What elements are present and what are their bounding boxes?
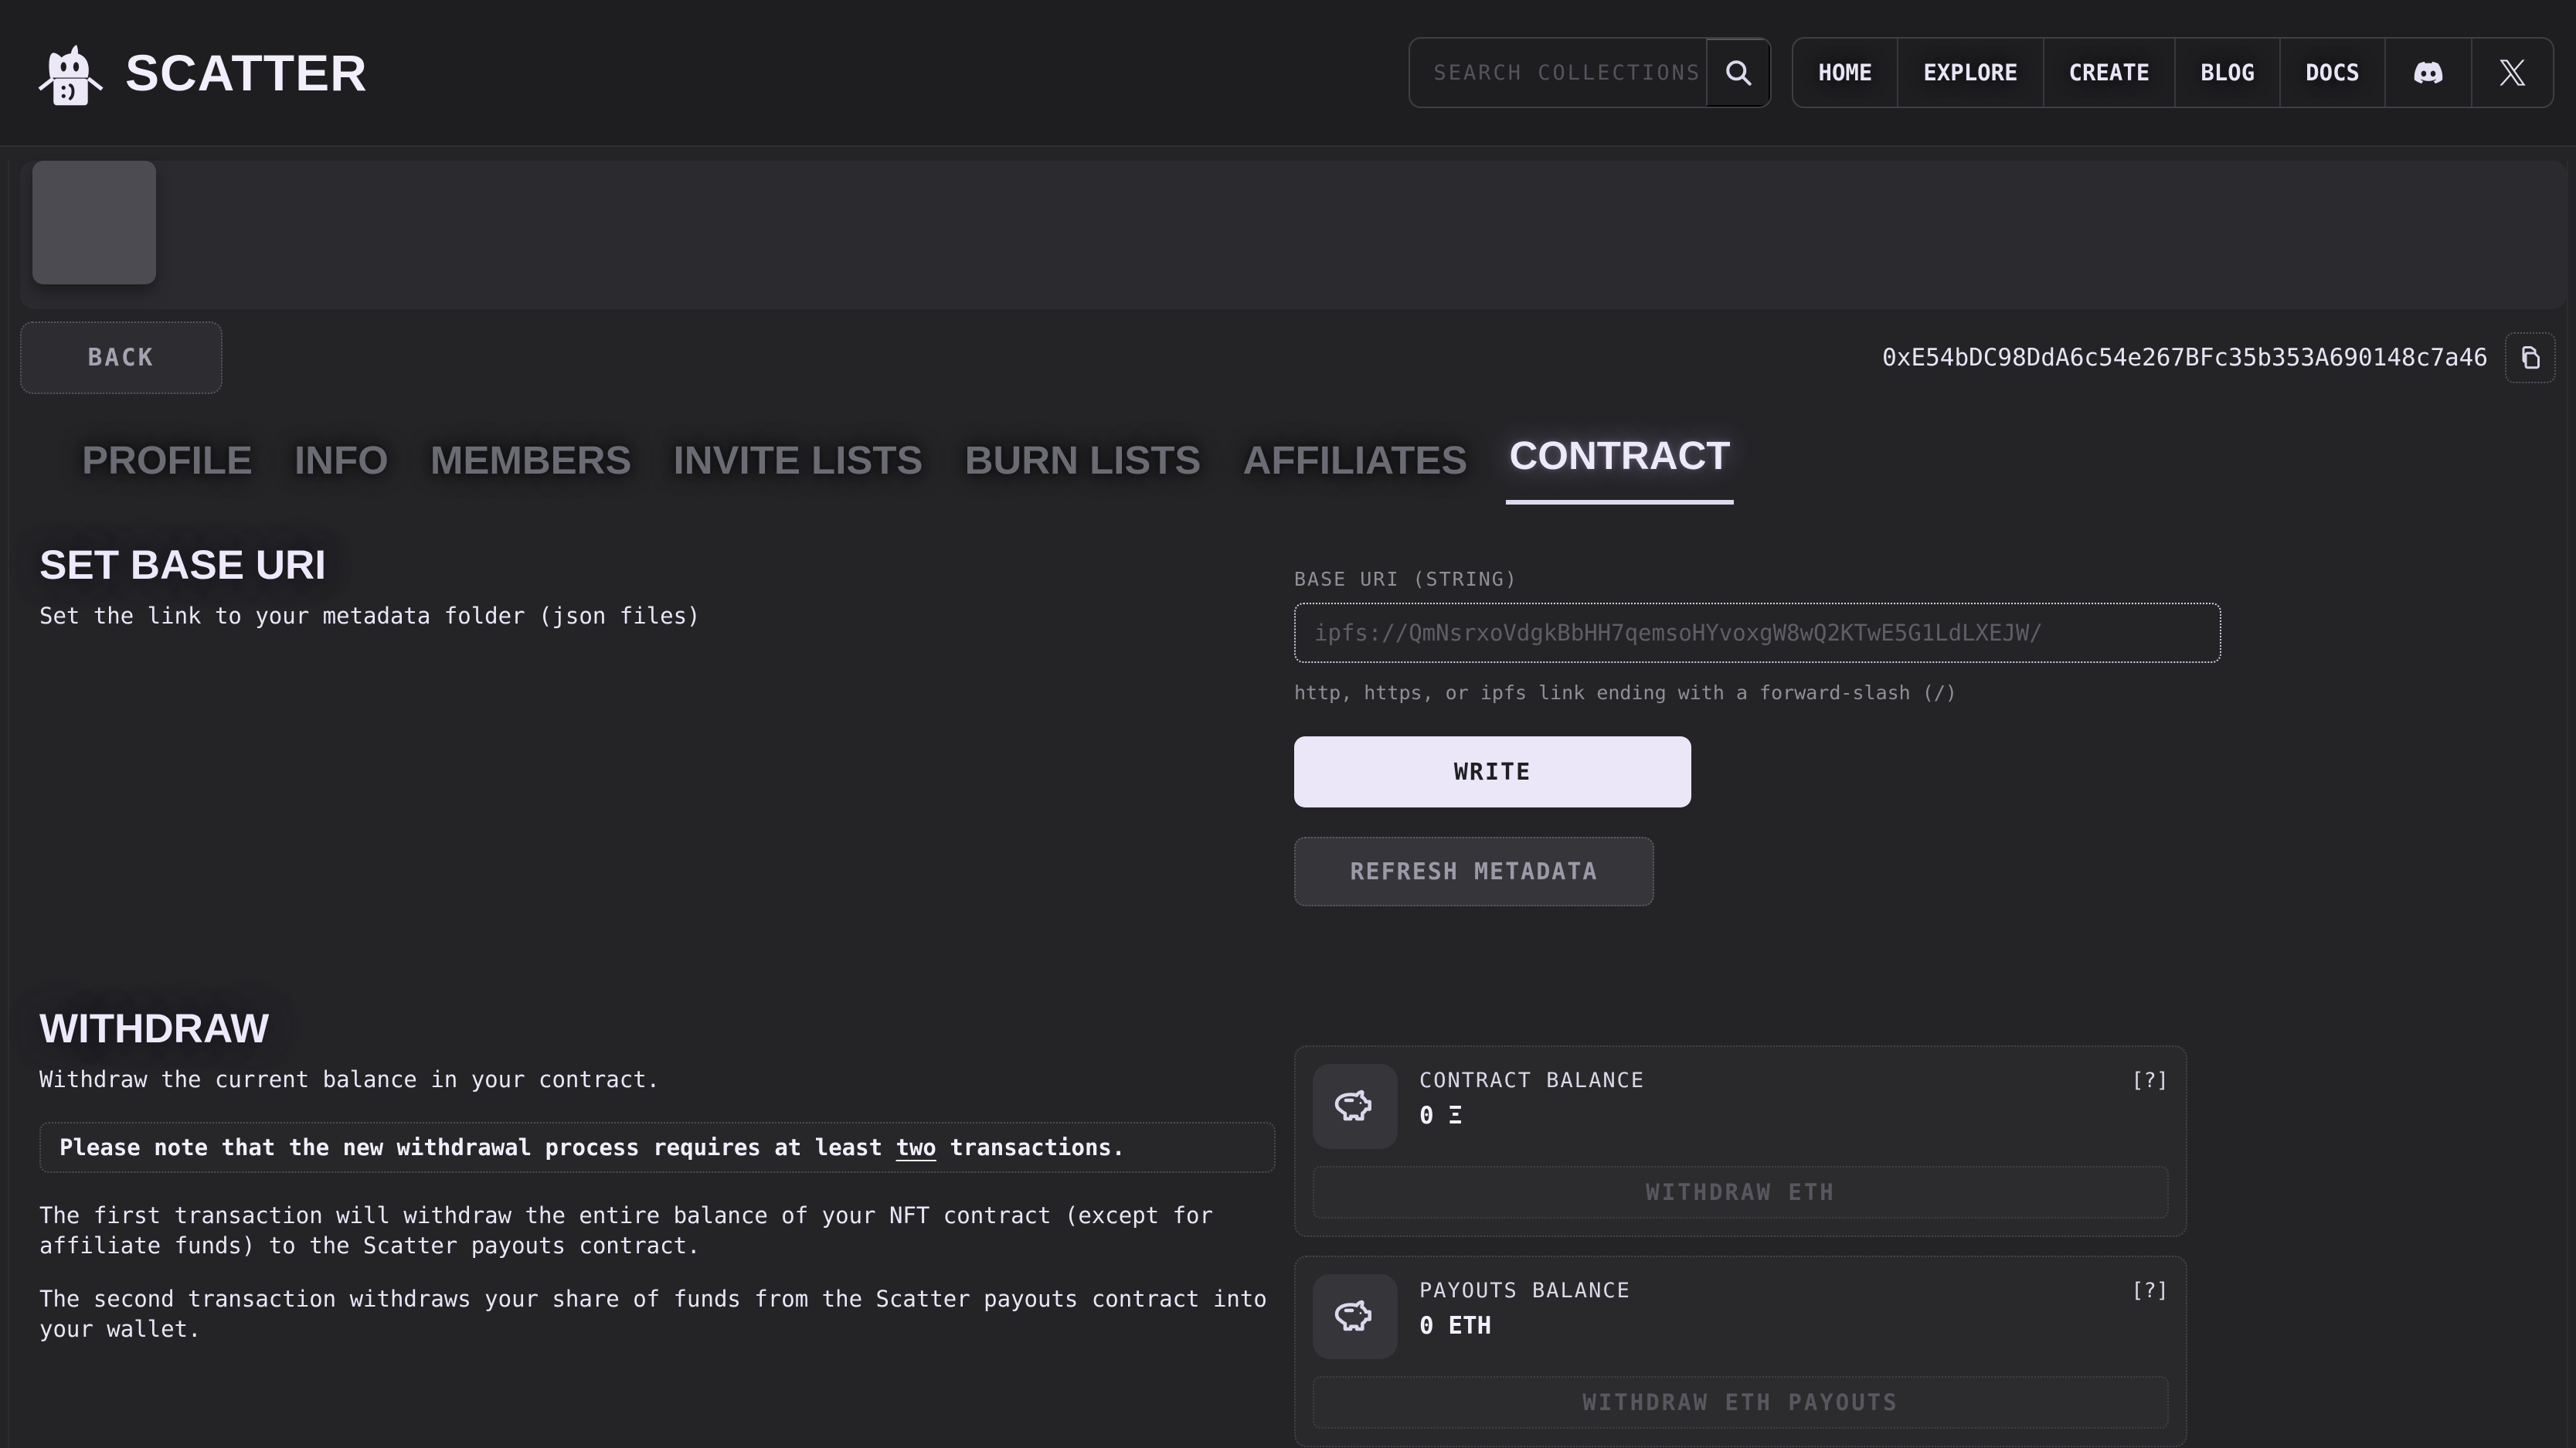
tab-burn-lists[interactable]: BURN LISTS bbox=[962, 433, 1205, 505]
set-base-uri-left: SET BASE URI Set the link to your metada… bbox=[39, 542, 1276, 906]
back-button[interactable]: BACK bbox=[20, 321, 223, 394]
app-title: SCATTER bbox=[125, 43, 368, 102]
tab-affiliates[interactable]: AFFILIATES bbox=[1240, 433, 1471, 505]
copy-icon bbox=[2517, 344, 2544, 372]
payouts-balance-label: PAYOUTS BALANCE bbox=[1419, 1279, 2109, 1303]
payouts-balance-card: PAYOUTS BALANCE 0 ETH [?] WITHDRAW ETH P… bbox=[1294, 1256, 2187, 1447]
withdraw-description: Withdraw the current balance in your con… bbox=[39, 1066, 1276, 1093]
set-base-uri-description: Set the link to your metadata folder (js… bbox=[39, 603, 1276, 629]
contract-balance-card: CONTRACT BALANCE 0 Ξ [?] WITHDRAW ETH bbox=[1294, 1045, 2187, 1237]
piggy-bank-icon bbox=[1330, 1082, 1380, 1131]
cat-box-logo-icon bbox=[31, 32, 111, 113]
contract-balance-help[interactable]: [?] bbox=[2131, 1064, 2169, 1093]
discord-icon bbox=[2411, 55, 2446, 90]
contract-address-wrap: 0xE54bDC98DdA6c54e267BFc35b353A690148c7a… bbox=[1882, 332, 2556, 383]
tab-info[interactable]: INFO bbox=[291, 433, 392, 505]
scatter-logo[interactable]: SCATTER bbox=[31, 32, 368, 113]
withdraw-right: CONTRACT BALANCE 0 Ξ [?] WITHDRAW ETH bbox=[1294, 1005, 2221, 1448]
contract-balance-meta: CONTRACT BALANCE 0 Ξ bbox=[1419, 1064, 2109, 1130]
copy-address-button[interactable] bbox=[2505, 332, 2556, 383]
withdraw-eth-button[interactable]: WITHDRAW ETH bbox=[1313, 1166, 2169, 1219]
nav-item-explore[interactable]: EXPLORE bbox=[1897, 39, 2042, 107]
withdraw-title: WITHDRAW bbox=[39, 1005, 1276, 1052]
withdraw-note: Please note that the new withdrawal proc… bbox=[39, 1122, 1276, 1173]
write-button[interactable]: WRITE bbox=[1294, 736, 1691, 807]
payouts-balance-value: 0 ETH bbox=[1419, 1312, 2109, 1340]
note-suffix: transactions. bbox=[936, 1134, 1125, 1161]
page-content: BACK 0xE54bDC98DdA6c54e267BFc35b353A6901… bbox=[8, 161, 2568, 1448]
payouts-balance-icon-tile bbox=[1313, 1274, 1398, 1359]
contract-balance-head: CONTRACT BALANCE 0 Ξ [?] bbox=[1313, 1064, 2169, 1149]
set-base-uri-right: BASE URI (STRING) http, https, or ipfs l… bbox=[1294, 542, 2221, 906]
x-icon bbox=[2497, 57, 2528, 88]
base-uri-helper-text: http, https, or ipfs link ending with a … bbox=[1294, 682, 2221, 704]
set-base-uri-title: SET BASE URI bbox=[39, 542, 1276, 589]
tab-contract[interactable]: CONTRACT bbox=[1506, 428, 1733, 505]
search-input[interactable] bbox=[1410, 39, 1706, 107]
tab-invite-lists[interactable]: INVITE LISTS bbox=[671, 433, 926, 505]
payouts-balance-meta: PAYOUTS BALANCE 0 ETH bbox=[1419, 1274, 2109, 1340]
search-icon bbox=[1721, 56, 1755, 90]
payouts-balance-help[interactable]: [?] bbox=[2131, 1274, 2169, 1303]
base-uri-field-label: BASE URI (STRING) bbox=[1294, 568, 2221, 590]
withdraw-paragraph-2: The second transaction withdraws your sh… bbox=[39, 1284, 1276, 1344]
set-base-uri-section: SET BASE URI Set the link to your metada… bbox=[9, 542, 2567, 906]
collection-tabs: PROFILE INFO MEMBERS INVITE LISTS BURN L… bbox=[79, 428, 2567, 505]
withdraw-left: WITHDRAW Withdraw the current balance in… bbox=[39, 1005, 1276, 1448]
base-uri-input[interactable] bbox=[1294, 603, 2221, 663]
nav-item-x-twitter[interactable] bbox=[2471, 39, 2553, 107]
search-group bbox=[1409, 37, 1772, 108]
contract-address: 0xE54bDC98DdA6c54e267BFc35b353A690148c7a… bbox=[1882, 344, 2488, 372]
withdraw-section: WITHDRAW Withdraw the current balance in… bbox=[9, 1005, 2567, 1448]
withdraw-eth-payouts-button[interactable]: WITHDRAW ETH PAYOUTS bbox=[1313, 1376, 2169, 1429]
nav-item-home[interactable]: HOME bbox=[1793, 39, 1897, 107]
contract-balance-icon-tile bbox=[1313, 1064, 1398, 1149]
collection-header-row: BACK 0xE54bDC98DdA6c54e267BFc35b353A6901… bbox=[20, 321, 2556, 394]
search-button[interactable] bbox=[1706, 39, 1770, 107]
contract-balance-value: 0 Ξ bbox=[1419, 1102, 2109, 1130]
note-prefix: Please note that the new withdrawal proc… bbox=[59, 1134, 896, 1161]
contract-balance-label: CONTRACT BALANCE bbox=[1419, 1069, 2109, 1093]
piggy-bank-icon bbox=[1330, 1292, 1380, 1341]
nav-item-discord[interactable] bbox=[2384, 39, 2471, 107]
nav-item-docs[interactable]: DOCS bbox=[2279, 39, 2384, 107]
refresh-metadata-button[interactable]: REFRESH METADATA bbox=[1294, 837, 1654, 906]
withdraw-paragraph-1: The first transaction will withdraw the … bbox=[39, 1201, 1276, 1261]
tab-profile[interactable]: PROFILE bbox=[79, 433, 256, 505]
collection-thumbnail bbox=[32, 161, 156, 284]
tab-members[interactable]: MEMBERS bbox=[427, 433, 635, 505]
navbar-right: HOME EXPLORE CREATE BLOG DOCS bbox=[1409, 37, 2554, 108]
nav-item-create[interactable]: CREATE bbox=[2043, 39, 2175, 107]
payouts-balance-head: PAYOUTS BALANCE 0 ETH [?] bbox=[1313, 1274, 2169, 1359]
collection-banner bbox=[20, 161, 2567, 309]
main-nav: HOME EXPLORE CREATE BLOG DOCS bbox=[1792, 37, 2554, 108]
nav-item-blog[interactable]: BLOG bbox=[2174, 39, 2279, 107]
note-emphasis: two bbox=[896, 1134, 936, 1161]
navbar: SCATTER HOME EXPLORE CREATE BLOG DOCS bbox=[0, 0, 2576, 147]
